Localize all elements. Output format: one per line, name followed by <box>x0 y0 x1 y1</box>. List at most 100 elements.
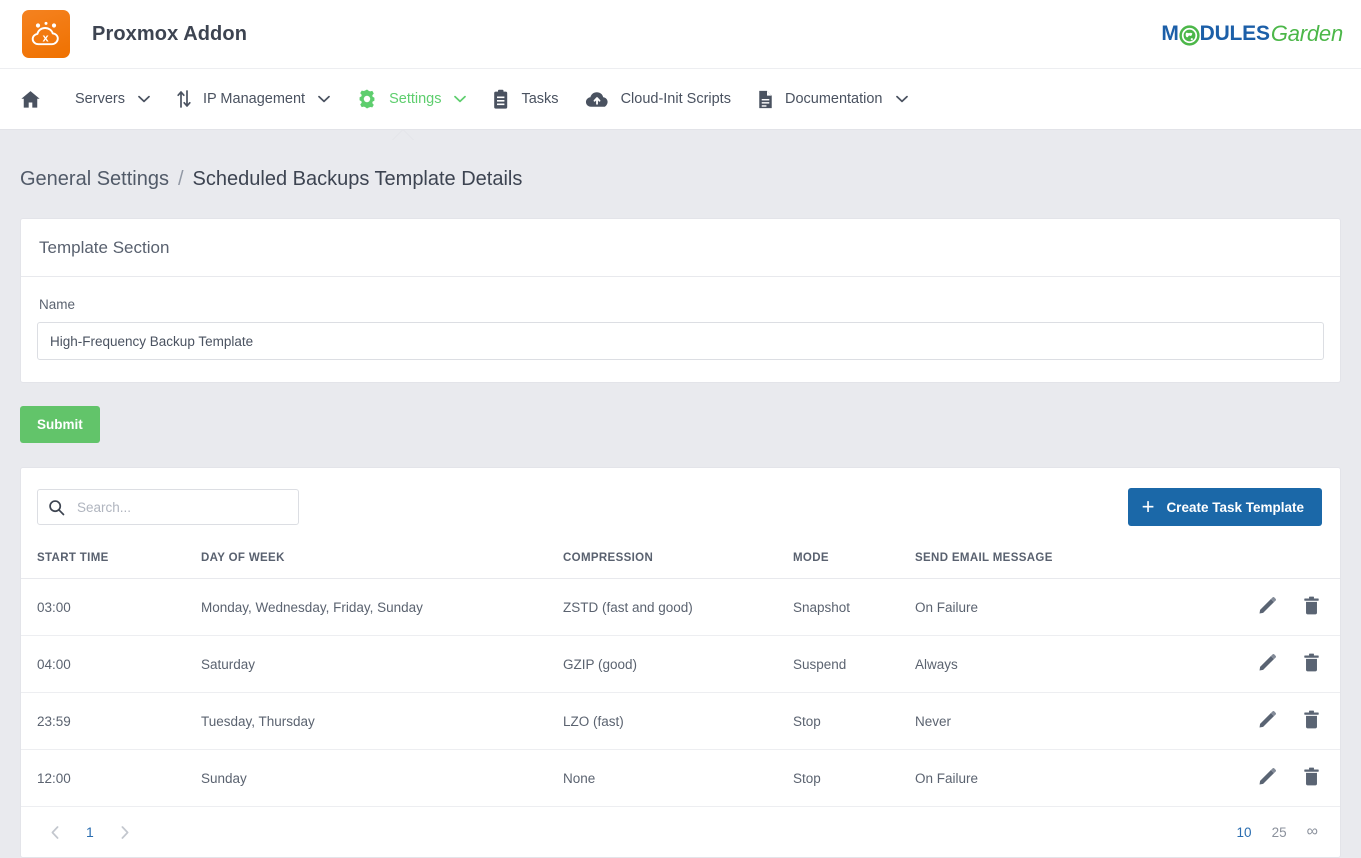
page-size-all[interactable]: ∞ <box>1297 823 1322 841</box>
nav-item-cloud-init-scripts[interactable]: Cloud-Init Scripts <box>572 69 744 129</box>
trash-icon[interactable] <box>1303 596 1320 615</box>
table-row: 12:00 Sunday None Stop On Failure <box>21 749 1340 807</box>
breadcrumb: General Settings / Scheduled Backups Tem… <box>0 130 1361 191</box>
cell-actions <box>1215 578 1340 636</box>
gear-icon <box>356 88 378 110</box>
cell-mode: Stop <box>793 692 915 750</box>
task-templates-card: + Create Task Template START TIME DAY OF… <box>20 467 1341 858</box>
cell-mode: Snapshot <box>793 578 915 636</box>
table-toolbar: + Create Task Template <box>21 468 1340 540</box>
search-input[interactable] <box>75 498 288 516</box>
chevron-down-icon <box>454 95 467 103</box>
nav-item-ip-management[interactable]: IP Management <box>163 69 343 129</box>
column-header-actions <box>1215 540 1340 579</box>
chevron-left-icon[interactable] <box>37 825 74 840</box>
row-action-group <box>1258 710 1324 729</box>
cell-compression: None <box>563 749 793 807</box>
trash-icon[interactable] <box>1303 710 1320 729</box>
cell-actions <box>1215 692 1340 750</box>
trash-icon[interactable] <box>1303 767 1320 786</box>
cell-actions <box>1215 749 1340 807</box>
cell-mode: Suspend <box>793 635 915 693</box>
chevron-down-icon <box>318 95 330 103</box>
column-header-mode: MODE <box>793 540 915 579</box>
nav-label-settings: Settings <box>389 91 442 107</box>
clipboard-icon <box>492 89 510 110</box>
cloud-upload-icon <box>585 90 610 109</box>
table-row: 23:59 Tuesday, Thursday LZO (fast) Stop … <box>21 692 1340 750</box>
breadcrumb-separator: / <box>177 168 184 190</box>
cell-compression: ZSTD (fast and good) <box>563 578 793 636</box>
column-header-start-time: START TIME <box>21 540 201 579</box>
nav-label-documentation: Documentation <box>784 91 883 107</box>
nav-item-settings[interactable]: Settings <box>343 69 479 129</box>
submit-button[interactable]: Submit <box>20 406 100 443</box>
create-task-template-button[interactable]: + Create Task Template <box>1127 488 1322 526</box>
chevron-right-icon[interactable] <box>106 825 143 840</box>
nav-label-tasks: Tasks <box>521 91 559 107</box>
breadcrumb-current: Scheduled Backups Template Details <box>192 168 523 190</box>
chevron-down-icon <box>895 95 908 103</box>
table-row: 04:00 Saturday GZIP (good) Suspend Alway… <box>21 635 1340 693</box>
exchange-arrows-icon <box>176 89 192 109</box>
page-size-25[interactable]: 25 <box>1262 825 1297 840</box>
search-box[interactable] <box>37 489 299 525</box>
pagination: 1 10 25 ∞ <box>21 807 1340 857</box>
table-header-row: START TIME DAY OF WEEK COMPRESSION MODE … <box>21 540 1340 579</box>
logo-text-m: M <box>1161 22 1179 45</box>
cell-start-time: 03:00 <box>21 578 201 636</box>
cell-compression: LZO (fast) <box>563 692 793 750</box>
nav-item-documentation[interactable]: Documentation <box>744 69 921 129</box>
nav-label-servers: Servers <box>75 91 125 107</box>
breadcrumb-parent[interactable]: General Settings <box>20 168 169 191</box>
pencil-icon[interactable] <box>1258 596 1277 615</box>
cell-send-email-message: Always <box>915 635 1215 693</box>
cell-day-of-week: Monday, Wednesday, Friday, Sunday <box>201 578 563 636</box>
column-header-compression: COMPRESSION <box>563 540 793 579</box>
home-icon <box>20 90 41 109</box>
pencil-icon[interactable] <box>1258 710 1277 729</box>
app-title: Proxmox Addon <box>92 22 248 45</box>
proxmox-cloud-icon: x <box>22 10 70 58</box>
nav-item-home[interactable] <box>10 69 62 129</box>
template-section-body: Name <box>21 277 1340 382</box>
name-input[interactable] <box>37 322 1324 360</box>
active-tab-pointer <box>392 129 414 140</box>
cell-send-email-message: On Failure <box>915 749 1215 807</box>
column-header-day-of-week: DAY OF WEEK <box>201 540 563 579</box>
cell-day-of-week: Sunday <box>201 749 563 807</box>
template-section-card: Template Section Name <box>20 218 1341 383</box>
cell-day-of-week: Saturday <box>201 635 563 693</box>
modulesgarden-logo: M DULES Garden <box>1161 21 1343 47</box>
plus-icon: + <box>1141 494 1155 519</box>
table-body: 03:00 Monday, Wednesday, Friday, Sunday … <box>21 578 1340 807</box>
task-templates-table: START TIME DAY OF WEEK COMPRESSION MODE … <box>21 540 1340 807</box>
nav-item-servers[interactable]: Servers <box>62 69 163 129</box>
page-size-group: 10 25 ∞ <box>1227 823 1322 841</box>
cell-send-email-message: Never <box>915 692 1215 750</box>
nav-item-tasks[interactable]: Tasks <box>479 69 571 129</box>
cell-mode: Stop <box>793 749 915 807</box>
main-navigation: Servers IP Management Settings Tasks Clo… <box>0 68 1361 140</box>
cell-start-time: 04:00 <box>21 635 201 693</box>
document-icon <box>757 89 774 110</box>
table-row: 03:00 Monday, Wednesday, Friday, Sunday … <box>21 578 1340 636</box>
column-header-send-email-message: SEND EMAIL MESSAGE <box>915 540 1215 579</box>
create-task-template-label: Create Task Template <box>1166 499 1304 515</box>
nav-label-ip-management: IP Management <box>202 91 306 107</box>
logo-text-dules: DULES <box>1199 22 1270 45</box>
trash-icon[interactable] <box>1303 653 1320 672</box>
page-size-10[interactable]: 10 <box>1227 825 1262 840</box>
globe-icon <box>1179 24 1200 46</box>
search-icon <box>48 499 65 516</box>
chevron-down-icon <box>138 95 150 103</box>
cell-actions <box>1215 635 1340 693</box>
nav-label-cloud-init-scripts: Cloud-Init Scripts <box>620 91 731 107</box>
table-header: START TIME DAY OF WEEK COMPRESSION MODE … <box>21 540 1340 579</box>
pencil-icon[interactable] <box>1258 767 1277 786</box>
logo-text-garden: Garden <box>1270 21 1343 46</box>
cell-start-time: 12:00 <box>21 749 201 807</box>
cell-send-email-message: On Failure <box>915 578 1215 636</box>
brand: x Proxmox Addon <box>12 10 247 58</box>
pencil-icon[interactable] <box>1258 653 1277 672</box>
